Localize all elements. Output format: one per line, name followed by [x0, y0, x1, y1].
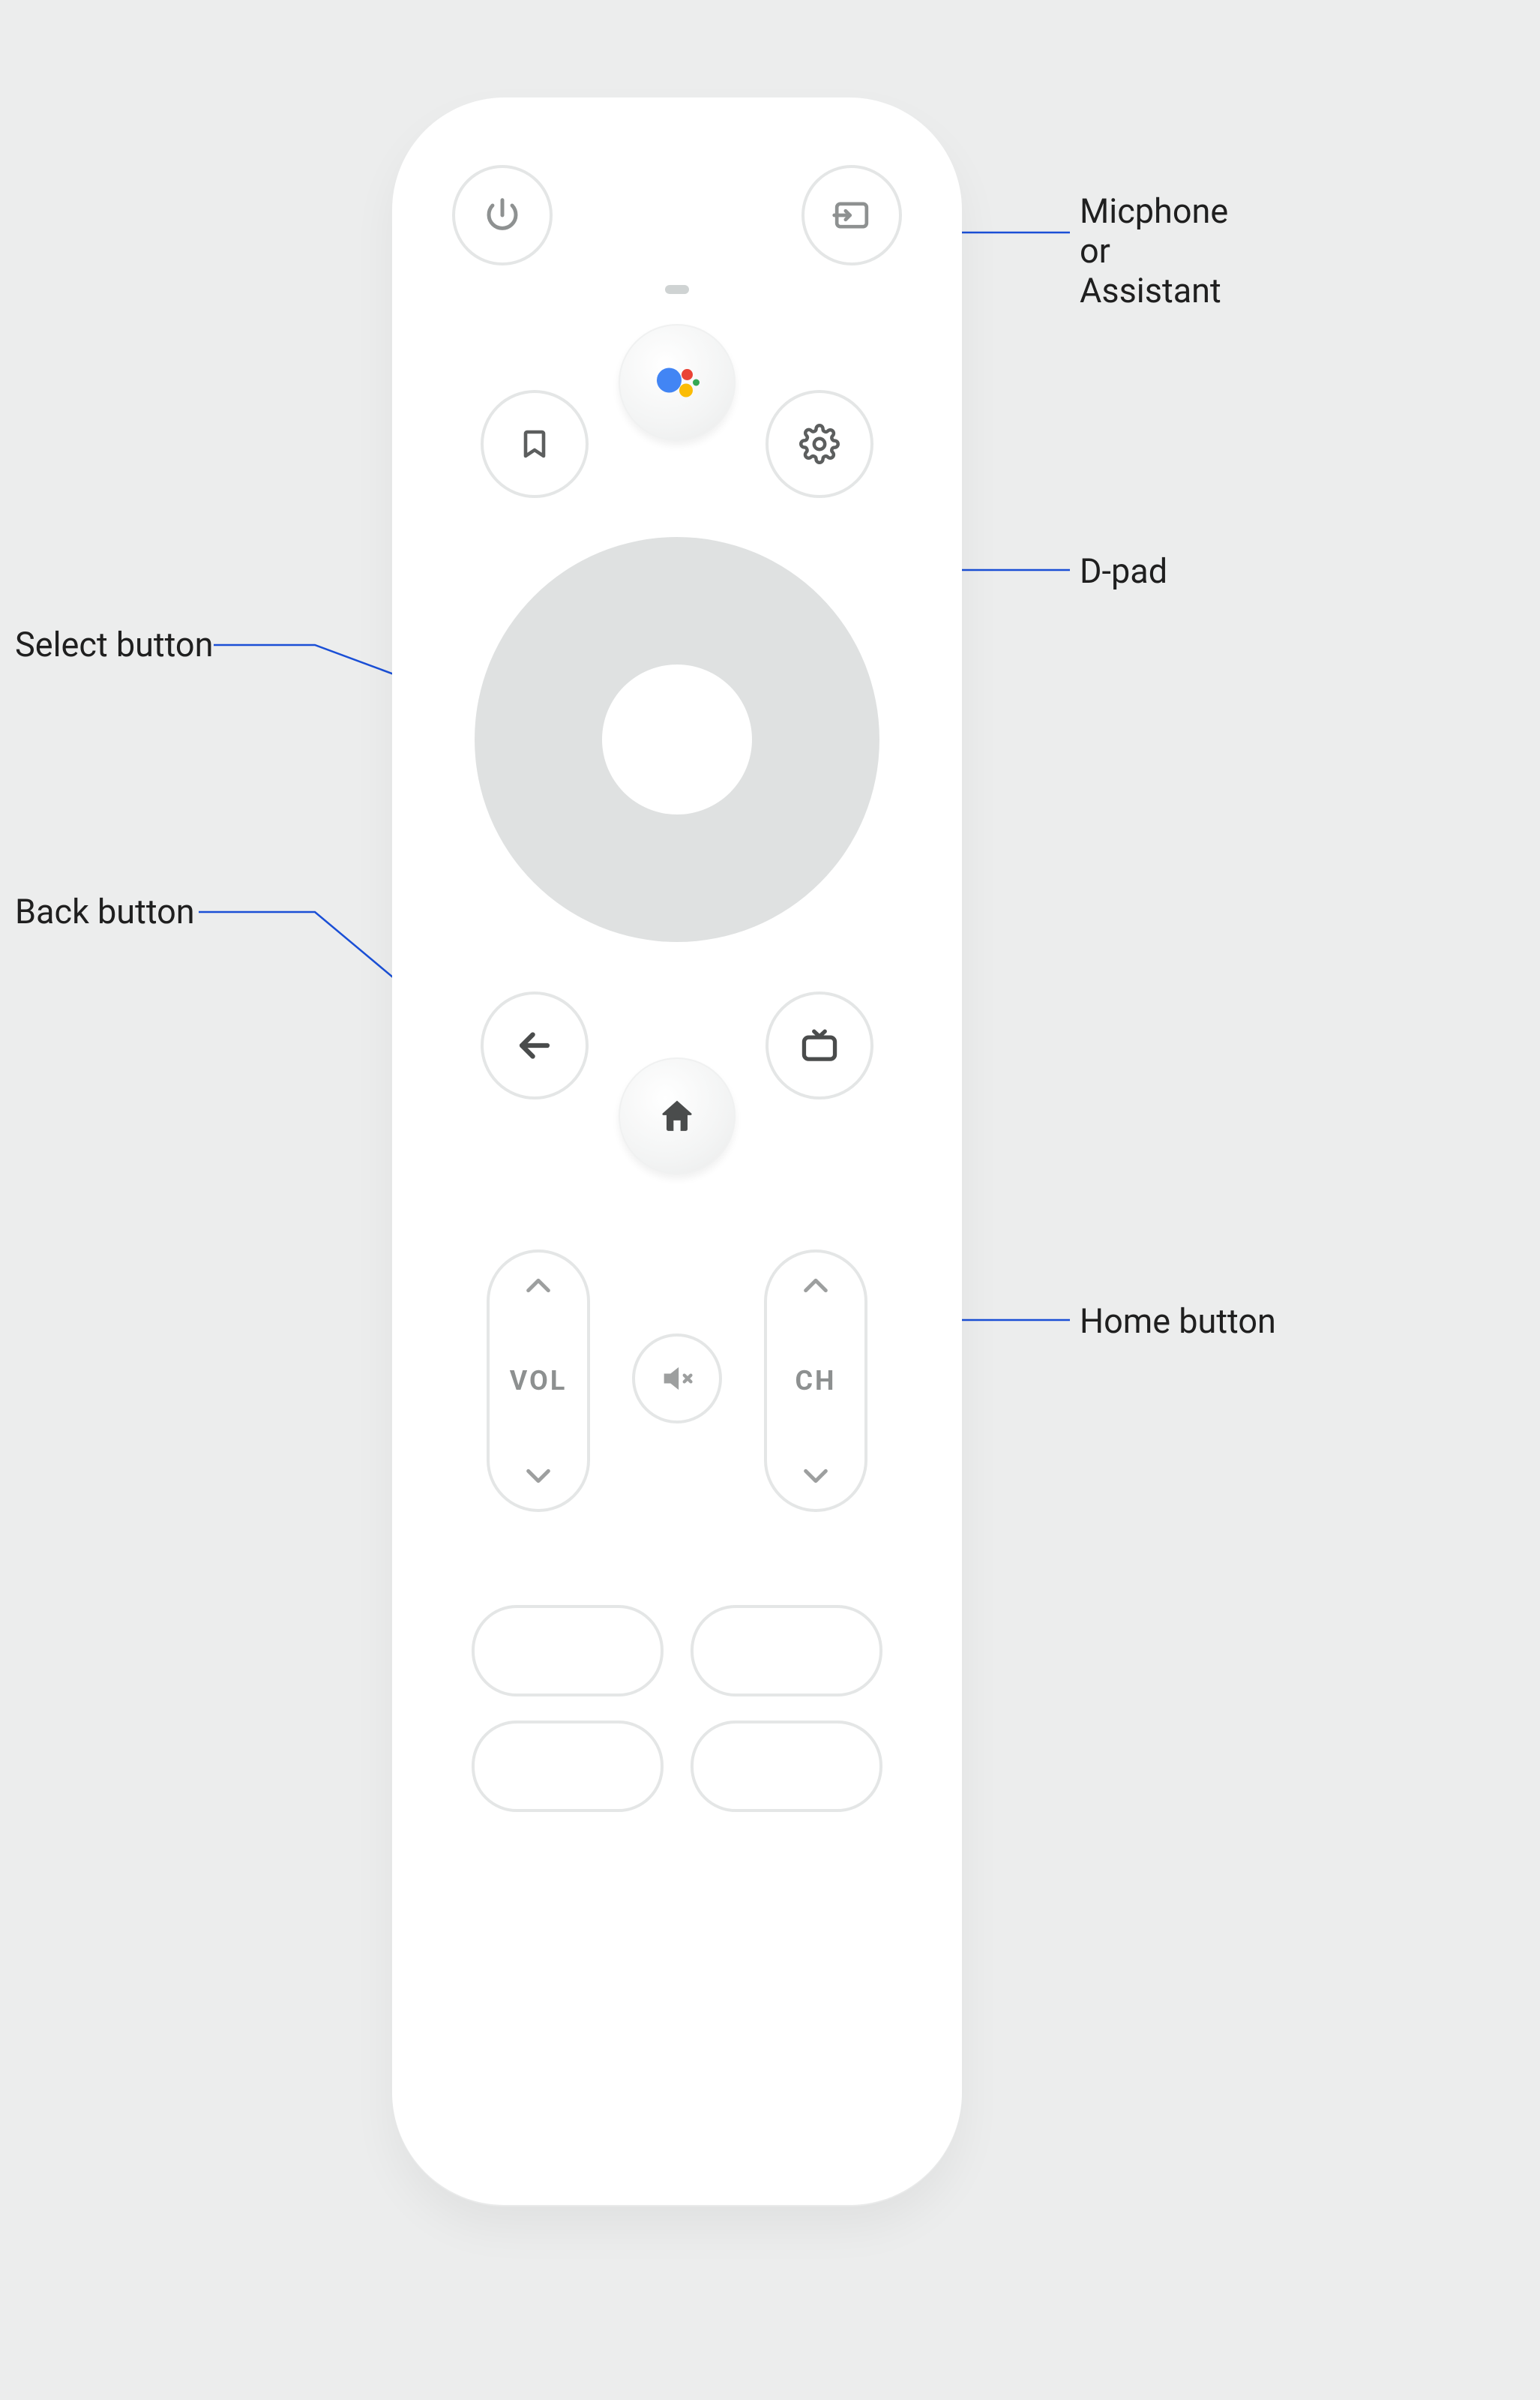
power-icon	[482, 195, 523, 236]
assistant-button[interactable]	[619, 324, 736, 441]
mute-icon	[658, 1359, 697, 1398]
home-button[interactable]	[619, 1058, 736, 1174]
chevron-down-icon	[523, 1466, 553, 1486]
bookmark-icon	[517, 422, 553, 466]
channel-label: CH	[795, 1365, 837, 1396]
callout-mic: Micphone or Assistant	[1080, 191, 1228, 310]
indicator-led	[665, 285, 689, 294]
tv-guide-icon	[798, 1024, 841, 1067]
input-button[interactable]	[801, 165, 902, 266]
arrow-left-icon	[513, 1024, 556, 1067]
power-button[interactable]	[452, 165, 553, 266]
assistant-icon	[650, 356, 704, 410]
mute-button[interactable]	[632, 1334, 722, 1424]
gear-icon	[799, 424, 840, 464]
guide-button[interactable]	[766, 992, 873, 1100]
callout-select: Select button	[15, 625, 213, 664]
volume-label: VOL	[510, 1365, 568, 1396]
app-button-2[interactable]	[691, 1605, 882, 1696]
chevron-up-icon	[801, 1275, 831, 1296]
select-button[interactable]	[602, 664, 752, 814]
bookmark-button[interactable]	[481, 390, 589, 498]
back-button[interactable]	[481, 992, 589, 1100]
callout-home: Home button	[1080, 1301, 1276, 1341]
volume-rocker[interactable]: VOL	[487, 1250, 590, 1512]
app-button-3[interactable]	[472, 1720, 664, 1812]
callout-back: Back button	[15, 892, 195, 932]
app-button-4[interactable]	[691, 1720, 882, 1812]
callout-dpad: D-pad	[1080, 551, 1167, 591]
home-icon	[656, 1095, 698, 1137]
remote-body: VOL CH	[392, 98, 962, 2205]
settings-button[interactable]	[766, 390, 873, 498]
chevron-up-icon	[523, 1275, 553, 1296]
input-icon	[831, 194, 873, 236]
app-button-1[interactable]	[472, 1605, 664, 1696]
chevron-down-icon	[801, 1466, 831, 1486]
channel-rocker[interactable]: CH	[764, 1250, 867, 1512]
